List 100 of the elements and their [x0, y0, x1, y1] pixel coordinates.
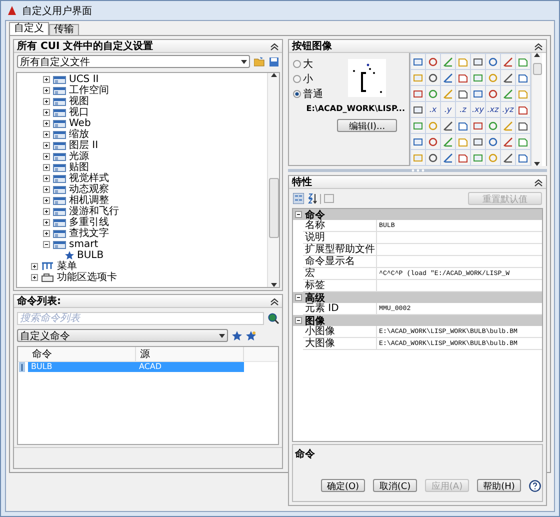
tree-item[interactable]: BULB [77, 250, 104, 261]
coordinate-filter-button[interactable]: .x [426, 102, 440, 117]
open-folder-icon[interactable] [254, 56, 265, 66]
category-label: 命令 [305, 209, 325, 220]
tree-item[interactable]: 查找文字 [69, 228, 109, 239]
radio-button[interactable] [293, 90, 301, 98]
radio-label[interactable]: 大 [303, 56, 313, 70]
expand-toggle[interactable] [43, 131, 50, 138]
toolbar-icon [53, 230, 66, 238]
expand-toggle[interactable] [43, 76, 50, 83]
star-icon[interactable] [232, 330, 242, 340]
dialog-button[interactable]: 确定(O) [321, 479, 365, 492]
dropdown-arrow-icon[interactable] [219, 334, 225, 338]
tree-item[interactable]: smart [69, 239, 98, 250]
search-icon[interactable] [268, 313, 279, 324]
expand-toggle[interactable] [43, 109, 50, 116]
expand-toggle[interactable] [43, 142, 50, 149]
coordinate-filter-button[interactable]: .y [441, 102, 455, 117]
scroll-thumb[interactable] [533, 63, 542, 75]
scroll-down-icon[interactable] [534, 162, 540, 166]
tree-item[interactable]: 功能区选项卡 [57, 272, 117, 283]
expand-toggle[interactable] [43, 230, 50, 237]
tree-item[interactable]: 图层 II [69, 140, 98, 151]
expand-toggle[interactable] [43, 219, 50, 226]
collapse-icon[interactable] [270, 296, 279, 306]
collapse-toggle[interactable] [295, 317, 302, 324]
star-icon[interactable] [246, 330, 256, 340]
radio-button[interactable] [293, 60, 301, 68]
toolbar-button-icon[interactable] [503, 56, 513, 66]
tree-item[interactable]: 相机调整 [69, 195, 109, 206]
collapse-toggle[interactable] [43, 241, 50, 248]
sort-icon[interactable] [307, 193, 317, 204]
expand-toggle[interactable] [43, 98, 50, 105]
radio-label[interactable]: 小 [303, 72, 313, 86]
toolbar-button-icon[interactable] [503, 136, 513, 146]
expand-toggle[interactable] [43, 175, 50, 182]
expand-toggle[interactable] [43, 87, 50, 94]
tree-item[interactable]: UCS II [69, 74, 99, 85]
tree-item[interactable]: 贴图 [69, 162, 89, 173]
expand-toggle[interactable] [43, 164, 50, 171]
toolbar-icon [53, 208, 66, 216]
coordinate-filter-button[interactable]: .xz [486, 102, 500, 117]
column-header[interactable]: 命令 [28, 347, 136, 361]
expand-toggle[interactable] [43, 208, 50, 215]
coordinate-filter-button[interactable]: .yz [501, 102, 515, 117]
toolbar-button-icon[interactable] [503, 88, 513, 98]
toolbar-button-icon[interactable] [443, 120, 453, 130]
categorized-icon[interactable] [293, 193, 304, 204]
dialog-button[interactable]: 帮助(H) [477, 479, 521, 492]
filter-dropdown[interactable]: 自定义命令 [17, 329, 228, 342]
expand-toggle[interactable] [31, 274, 38, 281]
tree-item[interactable]: 动态观察 [69, 184, 109, 195]
toolbar-button-icon[interactable] [443, 56, 453, 66]
edit-button[interactable]: 编辑(I)... [337, 119, 397, 132]
property-name: 大图像 [303, 338, 377, 349]
tree-item[interactable]: 视觉样式 [69, 173, 109, 184]
tree-item[interactable]: 多重引线 [69, 217, 109, 228]
search-field[interactable]: 搜索命令列表 [17, 312, 264, 325]
scrollbar[interactable] [531, 53, 542, 166]
toolbar-button-icon[interactable] [443, 72, 453, 82]
radio-label[interactable]: 普通 [303, 86, 323, 100]
tree-item[interactable]: Web [69, 118, 91, 129]
tree-item[interactable]: 菜单 [57, 261, 77, 272]
coordinate-filter-button[interactable]: .xy [471, 102, 485, 117]
tree-item[interactable]: 视口 [69, 107, 89, 118]
tree-item[interactable]: 缩放 [69, 129, 89, 140]
expand-toggle[interactable] [43, 197, 50, 204]
collapse-icon[interactable] [534, 42, 543, 50]
tree-item[interactable]: 光源 [69, 151, 89, 162]
tab[interactable]: 传输 [49, 24, 79, 35]
scroll-down-icon[interactable] [270, 283, 276, 287]
column-header[interactable]: 源 [136, 347, 244, 361]
dialog-button[interactable]: 取消(C) [373, 479, 417, 492]
tree-item[interactable]: 漫游和飞行 [69, 206, 119, 217]
toolbar-button-icon[interactable] [503, 152, 513, 162]
expand-toggle[interactable] [31, 263, 38, 270]
dropdown-arrow-icon[interactable] [241, 60, 247, 64]
collapse-icon[interactable] [270, 42, 279, 50]
expand-toggle[interactable] [43, 153, 50, 160]
tree-item[interactable]: 视图 [69, 96, 89, 107]
toolbar-button-icon[interactable] [503, 72, 513, 82]
tab[interactable]: 自定义 [9, 22, 49, 35]
expand-toggle[interactable] [43, 186, 50, 193]
collapse-toggle[interactable] [295, 294, 302, 301]
splitter-handle[interactable] [410, 169, 424, 172]
image-path: E:\ACAD_WORK\LISP... [306, 104, 405, 113]
scrollbar[interactable] [267, 73, 279, 287]
coordinate-filter-button[interactable]: .z [456, 102, 470, 117]
collapse-icon[interactable] [534, 178, 543, 186]
tree-item[interactable]: 工作空间 [69, 85, 109, 96]
expand-toggle[interactable] [43, 120, 50, 127]
radio-button[interactable] [293, 74, 301, 82]
scroll-up-icon[interactable] [270, 73, 276, 77]
toolbar-button-icon[interactable] [443, 152, 453, 162]
scroll-thumb[interactable] [269, 178, 279, 238]
save-icon[interactable] [269, 56, 279, 66]
collapse-toggle[interactable] [295, 211, 302, 218]
toolbar-icon [53, 164, 66, 172]
file-dropdown[interactable]: 所有自定义文件 [17, 55, 250, 68]
toolbar-button-icon[interactable] [443, 136, 453, 146]
